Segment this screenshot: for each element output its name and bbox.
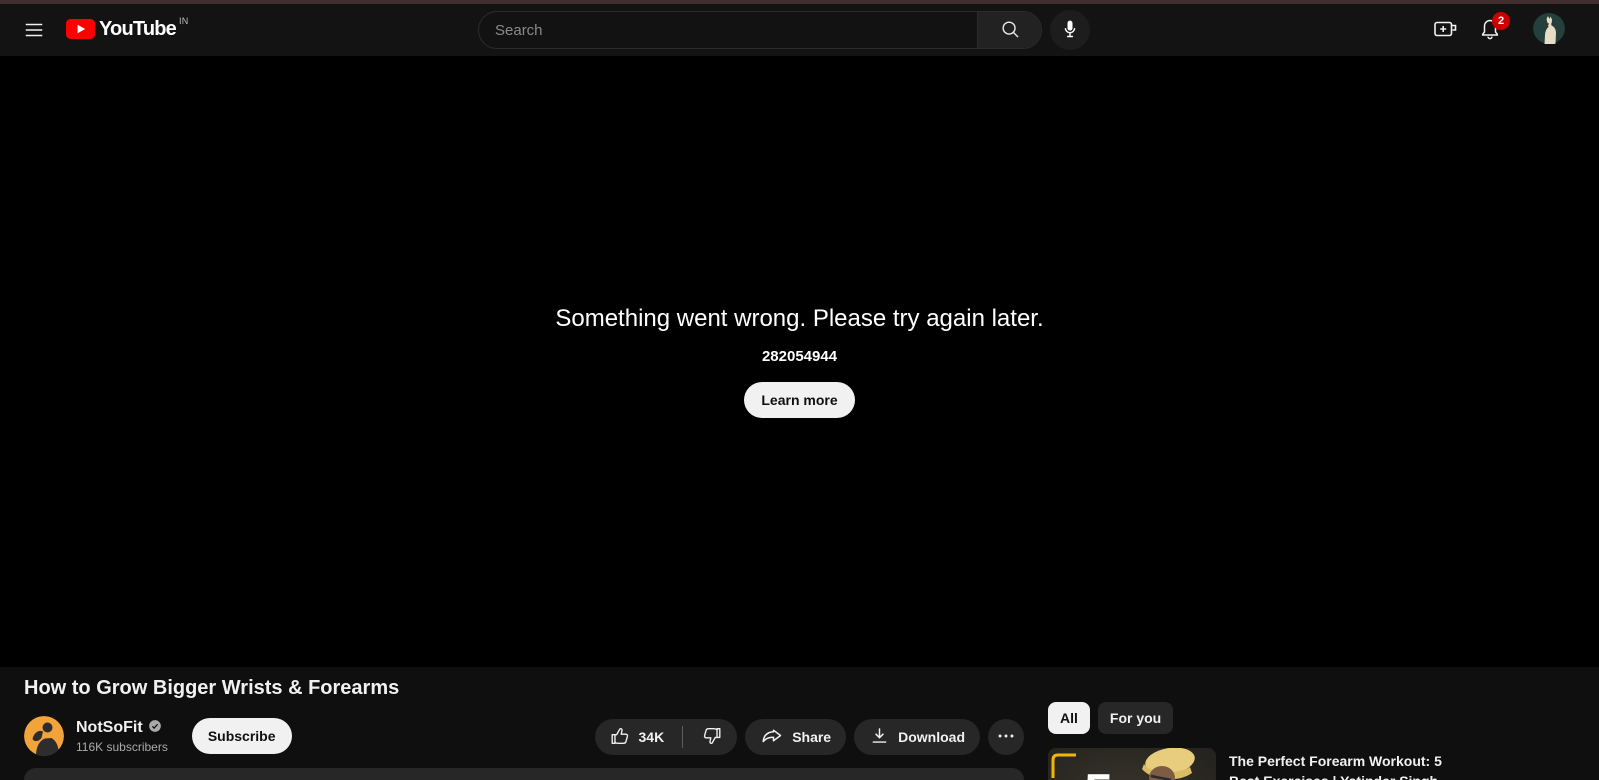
like-button[interactable]: 34K: [595, 719, 675, 755]
account-avatar[interactable]: [1533, 13, 1565, 45]
subscriber-count: 116K subscribers: [76, 739, 168, 754]
download-label: Download: [898, 729, 965, 745]
channel-avatar[interactable]: [24, 716, 64, 756]
channel-name-row[interactable]: NotSoFit: [76, 719, 168, 738]
notification-count-badge: 2: [1492, 12, 1510, 30]
suggested-video-thumbnail[interactable]: 5: [1048, 748, 1216, 780]
filter-chips-row: All For you: [1048, 702, 1174, 734]
verified-badge-icon: [148, 719, 162, 738]
pill-divider: [682, 726, 684, 748]
user-avatar-image: [1533, 13, 1565, 45]
share-label: Share: [792, 729, 832, 745]
more-actions-button[interactable]: [988, 719, 1024, 755]
thumbs-down-icon: [701, 725, 723, 750]
search-button[interactable]: [977, 12, 1041, 48]
thumbs-up-icon: [609, 725, 631, 750]
watch-metadata-section: How to Grow Bigger Wrists & Forearms Not…: [0, 667, 1599, 780]
share-button[interactable]: Share: [745, 719, 847, 755]
suggested-video-item: 5 The Perfect Forearm Workout: 5 Best Ex…: [1048, 748, 1449, 780]
thumbnail-number: 5: [1084, 767, 1113, 780]
hamburger-icon: [23, 19, 45, 44]
download-icon: [869, 725, 890, 749]
more-dots-icon: [995, 725, 1017, 750]
search-bar: [478, 11, 1042, 49]
subscribe-button[interactable]: Subscribe: [191, 718, 292, 754]
create-video-icon: [1433, 17, 1460, 44]
share-icon: [760, 724, 784, 751]
channel-meta: NotSoFit 116K subscribers: [76, 719, 168, 754]
related-sidebar: All For you The Perfect Forearm Workout:…: [1048, 667, 1576, 780]
create-button[interactable]: [1432, 18, 1460, 42]
menu-button[interactable]: [22, 19, 46, 43]
youtube-play-icon: [66, 19, 95, 44]
chip-all[interactable]: All: [1048, 702, 1090, 734]
dislike-button[interactable]: [691, 719, 737, 755]
search-input[interactable]: [479, 12, 977, 48]
error-message: Something went wrong. Please try again l…: [555, 305, 1044, 332]
video-actions-row: 34K Share Download: [594, 719, 1024, 755]
description-box[interactable]: [24, 768, 1024, 780]
error-code: 282054944: [761, 348, 838, 365]
microphone-icon: [1060, 19, 1080, 42]
video-player-error-area: Something went wrong. Please try again l…: [0, 56, 1599, 667]
search-icon: [999, 18, 1021, 43]
chip-for-you[interactable]: For you: [1097, 702, 1174, 734]
channel-name: NotSoFit: [76, 719, 143, 736]
voice-search-button[interactable]: [1050, 10, 1090, 50]
like-dislike-pill: 34K: [594, 719, 738, 755]
video-title: How to Grow Bigger Wrists & Forearms: [24, 677, 400, 699]
country-code: IN: [178, 16, 189, 26]
suggested-video-title[interactable]: The Perfect Forearm Workout: 5 Best Exer…: [1229, 751, 1449, 780]
learn-more-button[interactable]: Learn more: [744, 382, 855, 418]
notifications-button[interactable]: 2: [1478, 12, 1510, 42]
youtube-logo[interactable]: YouTube IN: [66, 16, 189, 44]
top-bar: YouTube IN 2: [0, 4, 1599, 56]
thumbnail-art: [1048, 748, 1216, 780]
youtube-wordmark: YouTube: [99, 18, 177, 40]
youtube-watch-page: YouTube IN 2: [0, 0, 1599, 780]
download-button[interactable]: Download: [854, 719, 980, 755]
like-count: 34K: [638, 729, 665, 745]
channel-row: NotSoFit 116K subscribers Subscribe: [24, 716, 292, 756]
